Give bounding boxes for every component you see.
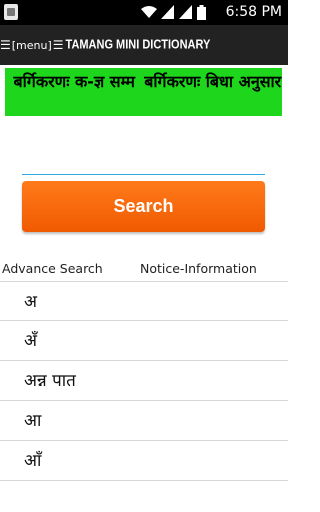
word-list-item[interactable]: अँ — [0, 321, 288, 361]
wifi-icon — [141, 6, 157, 18]
category-row: बर्गिकरणः क-ज्ञ सम्म बर्गिकरणः बिधा अनुस… — [5, 68, 282, 116]
advance-search-link[interactable]: Advance Search — [2, 261, 103, 276]
menu-lines-icon[interactable]: ☰ — [0, 38, 11, 52]
signal-icon — [179, 5, 192, 19]
menu-lines-icon[interactable]: ☰ — [53, 38, 64, 52]
links-row: Advance Search Notice-Information — [0, 258, 288, 280]
action-bar: ☰ [menu] ☰ TAMANG MINI DICTIONARY — [0, 25, 288, 65]
signal-icon — [161, 5, 174, 19]
search-button[interactable]: Search — [22, 181, 265, 232]
category-by-type-button[interactable]: बर्गिकरणः बिधा अनुसार — [144, 68, 283, 116]
clock: 6:58 PM — [225, 4, 282, 20]
category-alphabetical-button[interactable]: बर्गिकरणः क-ज्ञ सम्म — [5, 68, 144, 116]
battery-icon — [197, 4, 206, 20]
app-title: TAMANG MINI DICTIONARY — [65, 38, 211, 52]
word-list: अ अँ अन्न पात आ आँ — [0, 281, 288, 481]
menu-button[interactable]: [menu] — [12, 39, 52, 52]
notice-information-link[interactable]: Notice-Information — [140, 261, 257, 276]
word-list-item[interactable]: आँ — [0, 441, 288, 481]
word-list-item[interactable]: आ — [0, 401, 288, 441]
notification-icon — [4, 4, 18, 20]
status-icons — [141, 3, 206, 21]
word-list-item[interactable]: अन्न पात — [0, 361, 288, 401]
status-bar: 6:58 PM — [0, 0, 288, 25]
search-input[interactable] — [22, 150, 265, 175]
word-list-item[interactable]: अ — [0, 281, 288, 321]
